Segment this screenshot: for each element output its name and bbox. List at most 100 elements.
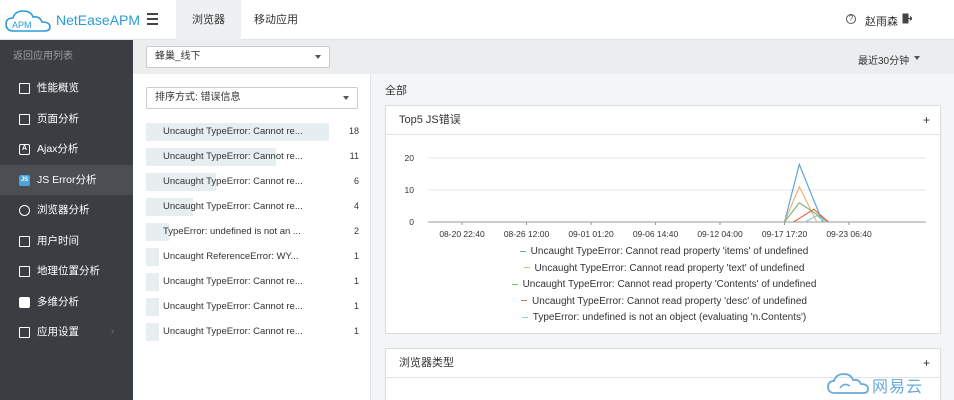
error-count: 1: [353, 326, 359, 336]
y-tick-label: 0: [409, 217, 414, 227]
top5-js-error-chart: 0 10 20 08-20 22:40 08-26 12:00 09-01 01:20 09…: [405, 153, 926, 239]
app-select-value: 蜂巢_线下: [155, 51, 201, 62]
legend-label: Uncaught TypeError: Cannot read property…: [522, 279, 817, 290]
tab-mobile-app[interactable]: 移动应用: [238, 0, 314, 40]
error-count-bar: [146, 273, 159, 291]
menu-toggle-icon[interactable]: [147, 13, 158, 25]
error-count: 1: [353, 251, 359, 261]
error-message: Uncaught TypeError: Cannot re...: [163, 201, 303, 212]
ajax-icon: A: [19, 144, 30, 155]
x-tick-label: 09-06 14:40: [633, 229, 679, 239]
help-icon[interactable]: ?: [846, 14, 856, 24]
time-range-select[interactable]: 最近30分钟: [858, 52, 909, 67]
sidebar-item-js-error[interactable]: JS JS Error分析: [0, 164, 133, 195]
error-count-bar: [146, 248, 159, 266]
error-count: 2: [353, 226, 359, 236]
sidebar-item-multi-dimension[interactable]: 多维分析: [0, 287, 133, 318]
legend-entry[interactable]: TypeError: undefined is not an object (e…: [386, 312, 942, 323]
sidebar-item-label: 用户时间: [37, 234, 79, 247]
watermark-text: 网易云: [872, 379, 924, 396]
chevron-right-icon: ›: [111, 326, 115, 337]
error-count: 4: [353, 201, 359, 211]
error-message: Uncaught TypeError: Cannot re...: [163, 326, 303, 337]
user-name[interactable]: 赵雨森: [865, 13, 898, 29]
error-list-item[interactable]: Uncaught TypeError: Cannot re... 1: [146, 323, 359, 341]
sort-select-value: 排序方式: 错误信息: [155, 92, 241, 103]
error-count: 6: [353, 176, 359, 186]
expand-plus-icon[interactable]: +: [923, 106, 930, 135]
error-list-item[interactable]: Uncaught TypeError: Cannot re... 11: [146, 148, 359, 166]
sidebar-item-label: JS Error分析: [37, 173, 97, 186]
error-count: 11: [349, 151, 359, 161]
sidebar-item-performance[interactable]: 性能概览: [0, 73, 133, 104]
brand-name: NetEaseAPM: [56, 12, 141, 28]
sidebar-item-label: 地理位置分析: [37, 265, 100, 277]
legend-swatch: [521, 300, 528, 302]
error-list-item[interactable]: Uncaught ReferenceError: WY... 1: [146, 248, 359, 266]
x-tick-label: 09-01 01:20: [568, 229, 614, 239]
sidebar-item-location[interactable]: 地理位置分析: [0, 256, 133, 287]
netease-cloud-watermark: 网易云: [826, 370, 950, 396]
legend-entry[interactable]: Uncaught TypeError: Cannot read property…: [386, 246, 942, 257]
sidebar-item-label: 页面分析: [37, 112, 79, 125]
error-count: 1: [353, 301, 359, 311]
cloud-logo-icon: APM: [5, 10, 51, 32]
error-count: 1: [353, 276, 359, 286]
sidebar-item-label: 多维分析: [37, 295, 79, 308]
y-tick-label: 20: [405, 153, 415, 163]
error-count-bar: [146, 298, 159, 316]
legend-entry[interactable]: Uncaught TypeError: Cannot read property…: [386, 279, 942, 290]
svg-text:APM: APM: [12, 20, 32, 30]
x-tick-label: 08-20 22:40: [439, 229, 485, 239]
error-message: Uncaught TypeError: Cannot re...: [163, 176, 303, 187]
legend-swatch: [519, 250, 526, 252]
logout-icon[interactable]: [902, 13, 912, 24]
puzzle-icon: [19, 296, 30, 308]
netease-apm-logo[interactable]: APM NetEaseAPM: [4, 8, 140, 34]
error-list-item[interactable]: Uncaught TypeError: Cannot re... 1: [146, 273, 359, 291]
caret-down-icon[interactable]: [914, 56, 920, 60]
caret-down-icon: [343, 96, 349, 100]
sidebar-item-label: 浏览器分析: [37, 204, 90, 216]
error-list-item[interactable]: Uncaught TypeError: Cannot re... 6: [146, 173, 359, 191]
error-count: 18: [348, 126, 359, 136]
legend-label: Uncaught TypeError: Cannot read property…: [534, 262, 805, 274]
error-list-panel: 排序方式: 错误信息 Uncaught TypeError: Cannot re…: [133, 74, 371, 400]
app-select[interactable]: 蜂巢_线下: [146, 46, 330, 68]
browser-icon: [19, 205, 30, 216]
error-message: Uncaught ReferenceError: WY...: [163, 251, 299, 262]
cloud-watermark-icon: [827, 373, 869, 394]
series-line: [783, 162, 824, 223]
user-time-icon: [19, 235, 30, 247]
page-icon: [19, 113, 30, 125]
sidebar-item-label: 应用设置: [37, 326, 79, 338]
sidebar-item-ajax[interactable]: A Ajax分析: [0, 134, 133, 165]
error-list-item[interactable]: Uncaught TypeError: Cannot re... 18: [146, 123, 359, 141]
sidebar-item-page-analysis[interactable]: 页面分析: [0, 104, 133, 135]
error-list-item[interactable]: TypeError: undefined is not an ... 2: [146, 223, 359, 241]
legend-swatch: [521, 316, 528, 318]
error-message: Uncaught TypeError: Cannot re...: [163, 126, 303, 137]
back-to-app-list[interactable]: 返回应用列表: [0, 40, 133, 73]
legend-swatch: [511, 283, 518, 285]
card-title: 浏览器类型: [399, 357, 454, 369]
error-count-bar: [146, 323, 159, 341]
sidebar-item-app-settings[interactable]: 应用设置 ›: [0, 317, 133, 348]
legend-label: Uncaught TypeError: Cannot read property…: [532, 295, 807, 307]
tab-browser[interactable]: 浏览器: [176, 0, 241, 40]
error-list-item[interactable]: Uncaught TypeError: Cannot re... 1: [146, 298, 359, 316]
sidebar-item-browser[interactable]: 浏览器分析: [0, 195, 133, 226]
y-tick-label: 10: [405, 185, 415, 195]
legend-label: Uncaught TypeError: Cannot read property…: [530, 246, 809, 257]
error-list-item[interactable]: Uncaught TypeError: Cannot re... 4: [146, 198, 359, 216]
caret-down-icon: [315, 55, 321, 59]
legend-entry[interactable]: Uncaught TypeError: Cannot read property…: [386, 263, 942, 274]
monitor-icon: [19, 83, 30, 94]
x-tick-label: 09-17 17:20: [762, 229, 808, 239]
sidebar-item-user-time[interactable]: 用户时间: [0, 226, 133, 257]
sort-select[interactable]: 排序方式: 错误信息: [146, 87, 358, 109]
sidebar-item-label: 性能概览: [37, 82, 79, 94]
settings-icon: [19, 327, 30, 338]
legend-entry[interactable]: Uncaught TypeError: Cannot read property…: [386, 296, 942, 307]
x-tick-label: 09-12 04:00: [697, 229, 743, 239]
